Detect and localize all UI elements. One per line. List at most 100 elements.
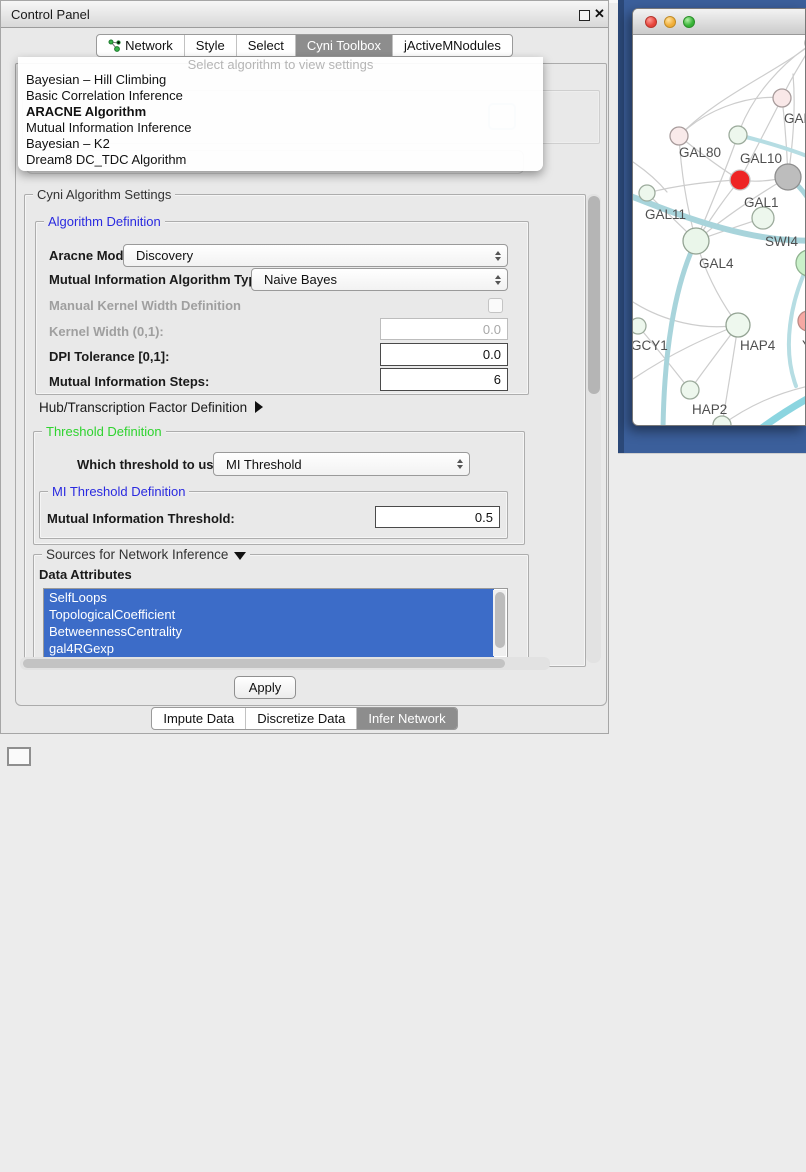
dpi-tolerance-label: DPI Tolerance [0,1]: [49,349,169,364]
network-window-titlebar[interactable] [633,9,805,35]
tab-select[interactable]: Select [236,35,295,56]
algorithm-option[interactable]: Basic Correlation Inference [18,88,543,104]
node-label: GAL [784,111,806,126]
attribute-item-selected[interactable]: TopologicalCoefficient [44,606,494,623]
network-node[interactable] [639,185,655,201]
data-attributes-label: Data Attributes [39,567,132,582]
minimize-traffic-light-icon[interactable] [664,16,676,28]
kernel-width-input [380,318,508,340]
network-window[interactable]: GALGAL80GAL10GAL1SWI4GAL11GAL4GCY1HAP4YH… [632,8,806,426]
apply-button[interactable]: Apply [234,676,296,699]
network-node[interactable] [773,89,791,107]
network-node[interactable] [633,318,646,334]
data-attributes-list[interactable]: SelfLoopsTopologicalCoefficientBetweenne… [43,588,508,660]
tab-network[interactable]: Network [97,35,184,56]
tab-jactivemnodules-label: jActiveMNodules [404,38,501,53]
node-label: SWI4 [765,234,798,249]
mi-threshold-input[interactable] [375,506,500,528]
hub-definition-label: Hub/Transcription Factor Definition [39,400,247,415]
close-traffic-light-icon[interactable] [645,16,657,28]
bottom-tabbar: Impute Data Discretize Data Infer Networ… [1,707,608,730]
attribute-item-selected[interactable]: BetweennessCentrality [44,623,494,640]
scrollbar-thumb[interactable] [495,592,505,648]
algorithm-option[interactable]: Dream8 DC_TDC Algorithm [18,152,543,168]
node-label: HAP4 [740,338,776,353]
settings-vertical-scrollbar[interactable] [586,194,601,663]
network-node[interactable] [796,250,806,276]
list-vertical-scrollbar[interactable] [493,590,506,656]
tab-cyni-toolbox[interactable]: Cyni Toolbox [295,35,392,56]
close-icon[interactable]: ✕ [594,6,605,22]
network-icon [108,39,121,52]
tab-impute-data-label: Impute Data [163,711,234,726]
network-edge[interactable] [647,180,740,193]
float-window-icon[interactable] [579,10,590,21]
dpi-tolerance-input[interactable] [380,343,508,366]
algorithm-option[interactable]: Bayesian – Hill Climbing [18,72,543,88]
mi-algorithm-type-combo[interactable]: Naive Bayes [251,268,508,291]
zoom-traffic-light-icon[interactable] [683,16,695,28]
cyni-algorithm-settings-group: Cyni Algorithm Settings Algorithm Defini… [24,194,586,667]
combo-stepper-icon [495,275,501,285]
control-panel-titlebar: Control Panel [1,1,608,28]
which-threshold-combo[interactable]: MI Threshold [213,452,470,476]
sources-title: Sources for Network Inference [46,547,228,562]
tab-style[interactable]: Style [184,35,236,56]
network-edge[interactable] [696,241,738,325]
network-node[interactable] [683,228,709,254]
aracne-mode-value: Discovery [136,248,193,263]
sources-collapse-header[interactable]: Sources for Network Inference [42,547,250,562]
tab-jactivemnodules[interactable]: jActiveMNodules [392,35,512,56]
settings-horizontal-scrollbar[interactable] [20,657,550,670]
node-label: GAL4 [699,256,734,271]
scrollbar-thumb[interactable] [588,196,600,394]
tab-select-label: Select [248,38,284,53]
algorithm-option[interactable]: Bayesian – K2 [18,136,543,152]
network-node[interactable] [752,207,774,229]
attribute-item-selected[interactable]: gal4RGexp [44,640,494,657]
network-node[interactable] [775,164,801,190]
network-node[interactable] [798,311,806,331]
tab-impute-data[interactable]: Impute Data [152,708,245,729]
hub-definition-expander[interactable]: Hub/Transcription Factor Definition [39,400,263,415]
scrollbar-thumb[interactable] [23,659,505,668]
tab-infer-network[interactable]: Infer Network [356,708,456,729]
node-label: GAL11 [645,207,686,222]
aracne-mode-combo[interactable]: Discovery [123,244,508,267]
network-node[interactable] [681,381,699,399]
mi-threshold-definition-title: MI Threshold Definition [48,484,189,499]
tab-network-label: Network [125,38,173,53]
tab-discretize-data[interactable]: Discretize Data [245,708,356,729]
table-panel: Table Panel ⚙ ✓✓ shared... name A YDL19.… [618,453,806,723]
algorithm-option[interactable]: Mutual Information Inference [18,120,543,136]
cyni-algorithm-settings-title: Cyni Algorithm Settings [33,187,175,202]
algorithm-dropdown-popup: Select algorithm to view settings Bayesi… [18,57,543,171]
mi-steps-label: Mutual Information Steps: [49,374,209,389]
attribute-item-selected[interactable]: SelfLoops [44,589,494,606]
tab-style-label: Style [196,38,225,53]
algorithm-option[interactable]: ARACNE Algorithm [18,104,543,120]
mi-algorithm-type-label: Mutual Information Algorithm Type: [49,272,268,287]
network-edge[interactable] [633,302,738,327]
algorithm-placeholder: Select algorithm to view settings [18,57,543,72]
which-threshold-label: Which threshold to use: [77,457,225,472]
node-label: Y [802,338,806,353]
node-label: GAL1 [744,195,779,210]
mi-threshold-label: Mutual Information Threshold: [47,511,235,526]
control-panel-tabbar: Network Style Select Cyni Toolbox jActiv… [1,34,608,57]
control-panel-title: Control Panel [11,7,90,22]
network-node[interactable] [729,126,747,144]
network-node[interactable] [730,170,750,190]
minimized-panel-icon[interactable] [7,747,31,766]
manual-kernel-width-label: Manual Kernel Width Definition [49,298,241,313]
desktop-edge [618,0,624,453]
network-node[interactable] [713,416,731,426]
network-canvas[interactable]: GALGAL80GAL10GAL1SWI4GAL11GAL4GCY1HAP4YH… [633,34,806,426]
node-label: GAL80 [679,145,721,160]
mi-steps-input[interactable] [380,368,508,391]
tab-cyni-toolbox-label: Cyni Toolbox [307,38,381,53]
manual-kernel-width-checkbox[interactable] [488,298,503,313]
tab-infer-network-label: Infer Network [368,711,445,726]
network-node[interactable] [670,127,688,145]
network-node[interactable] [726,313,750,337]
